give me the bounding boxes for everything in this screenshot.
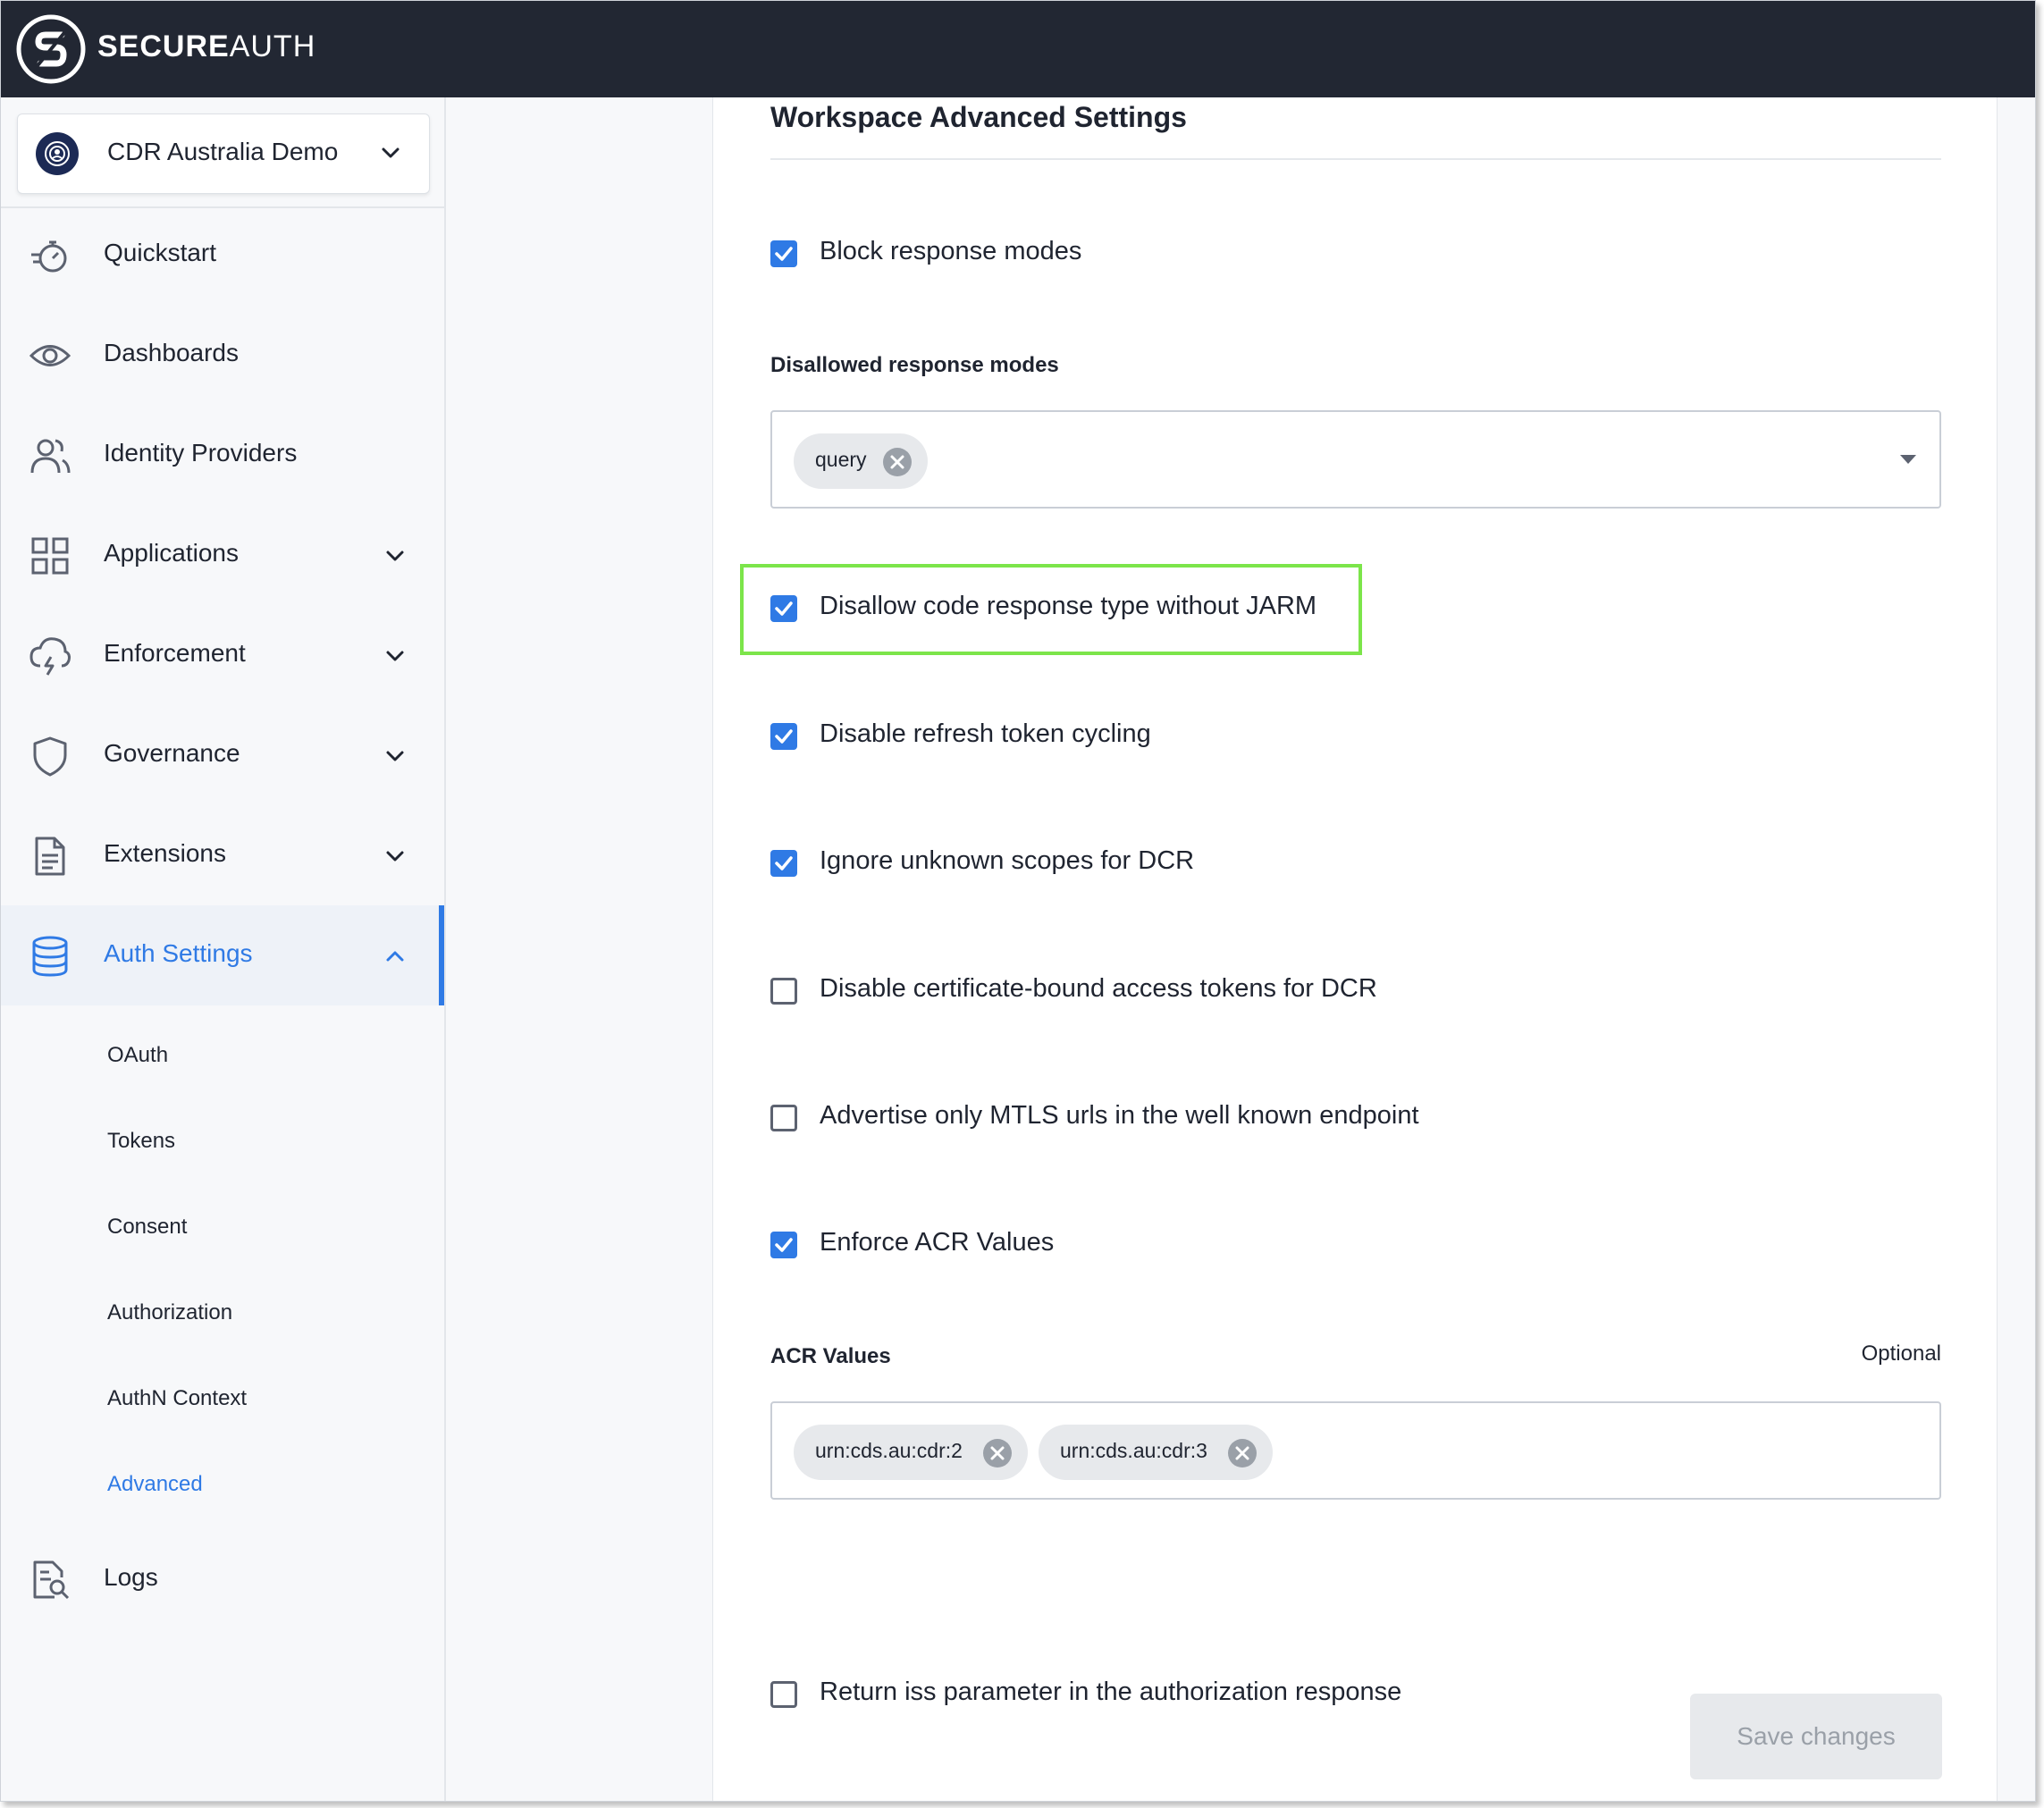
title-divider	[770, 158, 1941, 160]
acr-values-label: ACR Values	[770, 1344, 891, 1368]
settings-card: Workspace Advanced Settings Block respon…	[712, 97, 1998, 1801]
checkbox-label: Return iss parameter in the authorizatio…	[820, 1678, 1402, 1706]
sidebar-item-label: Auth Settings	[104, 939, 253, 967]
chip-label: urn:cds.au:cdr:3	[1060, 1439, 1207, 1462]
top-bar: SECUREAUTH	[1, 1, 2035, 97]
sidebar-subitem-authn-context[interactable]: AuthN Context	[107, 1386, 247, 1411]
cloud-lightning-icon	[29, 637, 71, 676]
sidebar-subitem-oauth[interactable]: OAuth	[107, 1043, 168, 1068]
chip-label: urn:cds.au:cdr:2	[815, 1439, 963, 1462]
sidebar-item-label: Quickstart	[104, 239, 217, 266]
workspace-selector[interactable]: CDR Australia Demo	[17, 114, 430, 194]
sidebar-subitem-advanced[interactable]: Advanced	[107, 1472, 203, 1497]
checkbox-label: Disable certificate-bound access tokens …	[820, 974, 1377, 1003]
sidebar-item-quickstart[interactable]: Quickstart	[1, 205, 442, 305]
chevron-up-icon	[386, 951, 404, 962]
sidebar-item-label: Enforcement	[104, 639, 246, 667]
sidebar-item-enforcement[interactable]: Enforcement	[1, 605, 442, 705]
sidebar-item-label: Governance	[104, 739, 240, 767]
chevron-down-icon	[386, 851, 404, 862]
checkbox-label: Ignore unknown scopes for DCR	[820, 846, 1195, 875]
sidebar-subitem-tokens[interactable]: Tokens	[107, 1129, 175, 1154]
checkbox-label: Advertise only MTLS urls in the well kno…	[820, 1101, 1419, 1130]
sidebar-item-identity-providers[interactable]: Identity Providers	[1, 405, 442, 505]
users-icon	[30, 439, 71, 474]
main-content: Workspace Advanced Settings Block respon…	[446, 97, 2035, 1801]
brand-name: SECUREAUTH	[97, 29, 316, 63]
save-changes-button[interactable]: Save changes	[1690, 1694, 1942, 1779]
sidebar-subitem-authorization[interactable]: Authorization	[107, 1300, 232, 1325]
sidebar-item-applications[interactable]: Applications	[1, 505, 442, 605]
log-search-icon	[33, 1560, 70, 1600]
eye-icon	[29, 345, 71, 366]
acr-values-input[interactable]: urn:cds.au:cdr:2 urn:cds.au:cdr:3	[770, 1401, 1941, 1500]
return-iss-checkbox[interactable]	[770, 1681, 797, 1708]
sidebar-item-label: Dashboards	[104, 339, 239, 366]
sidebar-item-auth-settings[interactable]: Auth Settings	[1, 905, 444, 1005]
checkbox-label: Block response modes	[820, 237, 1082, 265]
sidebar-item-dashboards[interactable]: Dashboards	[1, 305, 442, 405]
disable-cert-bound-tokens-checkbox[interactable]	[770, 978, 797, 1005]
sidebar: CDR Australia Demo Quickstart Dashboards…	[1, 97, 446, 1801]
database-icon	[32, 936, 68, 977]
remove-chip-icon[interactable]	[983, 1439, 1012, 1467]
sidebar-item-extensions[interactable]: Extensions	[1, 805, 442, 905]
disallow-code-without-jarm-checkbox[interactable]	[770, 595, 797, 622]
sidebar-item-label: Logs	[104, 1563, 158, 1591]
chevron-down-icon	[382, 147, 400, 158]
workspace-avatar-icon	[36, 132, 79, 175]
chevron-down-icon	[386, 551, 404, 561]
shield-icon	[33, 736, 67, 777]
disable-refresh-token-cycling-checkbox[interactable]	[770, 723, 797, 750]
checkbox-label: Disallow code response type without JARM	[820, 592, 1317, 620]
sidebar-item-governance[interactable]: Governance	[1, 705, 442, 805]
sidebar-subitem-consent[interactable]: Consent	[107, 1215, 187, 1240]
block-response-modes-checkbox[interactable]	[770, 240, 797, 267]
remove-chip-icon[interactable]	[883, 448, 912, 476]
chip-acr-value: urn:cds.au:cdr:3	[1039, 1425, 1273, 1480]
sidebar-item-label: Identity Providers	[104, 439, 298, 467]
chip-label: query	[815, 448, 867, 471]
ignore-unknown-scopes-checkbox[interactable]	[770, 850, 797, 877]
advertise-mtls-only-checkbox[interactable]	[770, 1105, 797, 1131]
chevron-down-icon	[386, 751, 404, 761]
page-title: Workspace Advanced Settings	[770, 101, 1187, 133]
checkbox-label: Enforce ACR Values	[820, 1228, 1055, 1257]
document-icon	[35, 837, 65, 876]
chip-query: query	[794, 433, 928, 489]
workspace-name: CDR Australia Demo	[107, 138, 339, 165]
remove-chip-icon[interactable]	[1228, 1439, 1257, 1467]
stopwatch-icon	[31, 240, 67, 273]
sidebar-item-logs[interactable]: Logs	[1, 1529, 442, 1629]
dropdown-arrow-icon[interactable]	[1900, 455, 1916, 464]
secureauth-logo-icon	[16, 14, 86, 84]
disallowed-response-modes-label: Disallowed response modes	[770, 353, 1059, 377]
chevron-down-icon	[386, 651, 404, 661]
disallowed-response-modes-select[interactable]: query	[770, 410, 1941, 509]
enforce-acr-values-checkbox[interactable]	[770, 1232, 797, 1258]
sidebar-item-label: Extensions	[104, 839, 226, 867]
checkbox-label: Disable refresh token cycling	[820, 719, 1151, 748]
sidebar-item-label: Applications	[104, 539, 239, 567]
chip-acr-value: urn:cds.au:cdr:2	[794, 1425, 1028, 1480]
grid-icon	[31, 537, 69, 575]
app-window: SECUREAUTH CDR Australia Demo Quickstart…	[0, 0, 2036, 1802]
optional-hint: Optional	[1861, 1341, 1941, 1366]
